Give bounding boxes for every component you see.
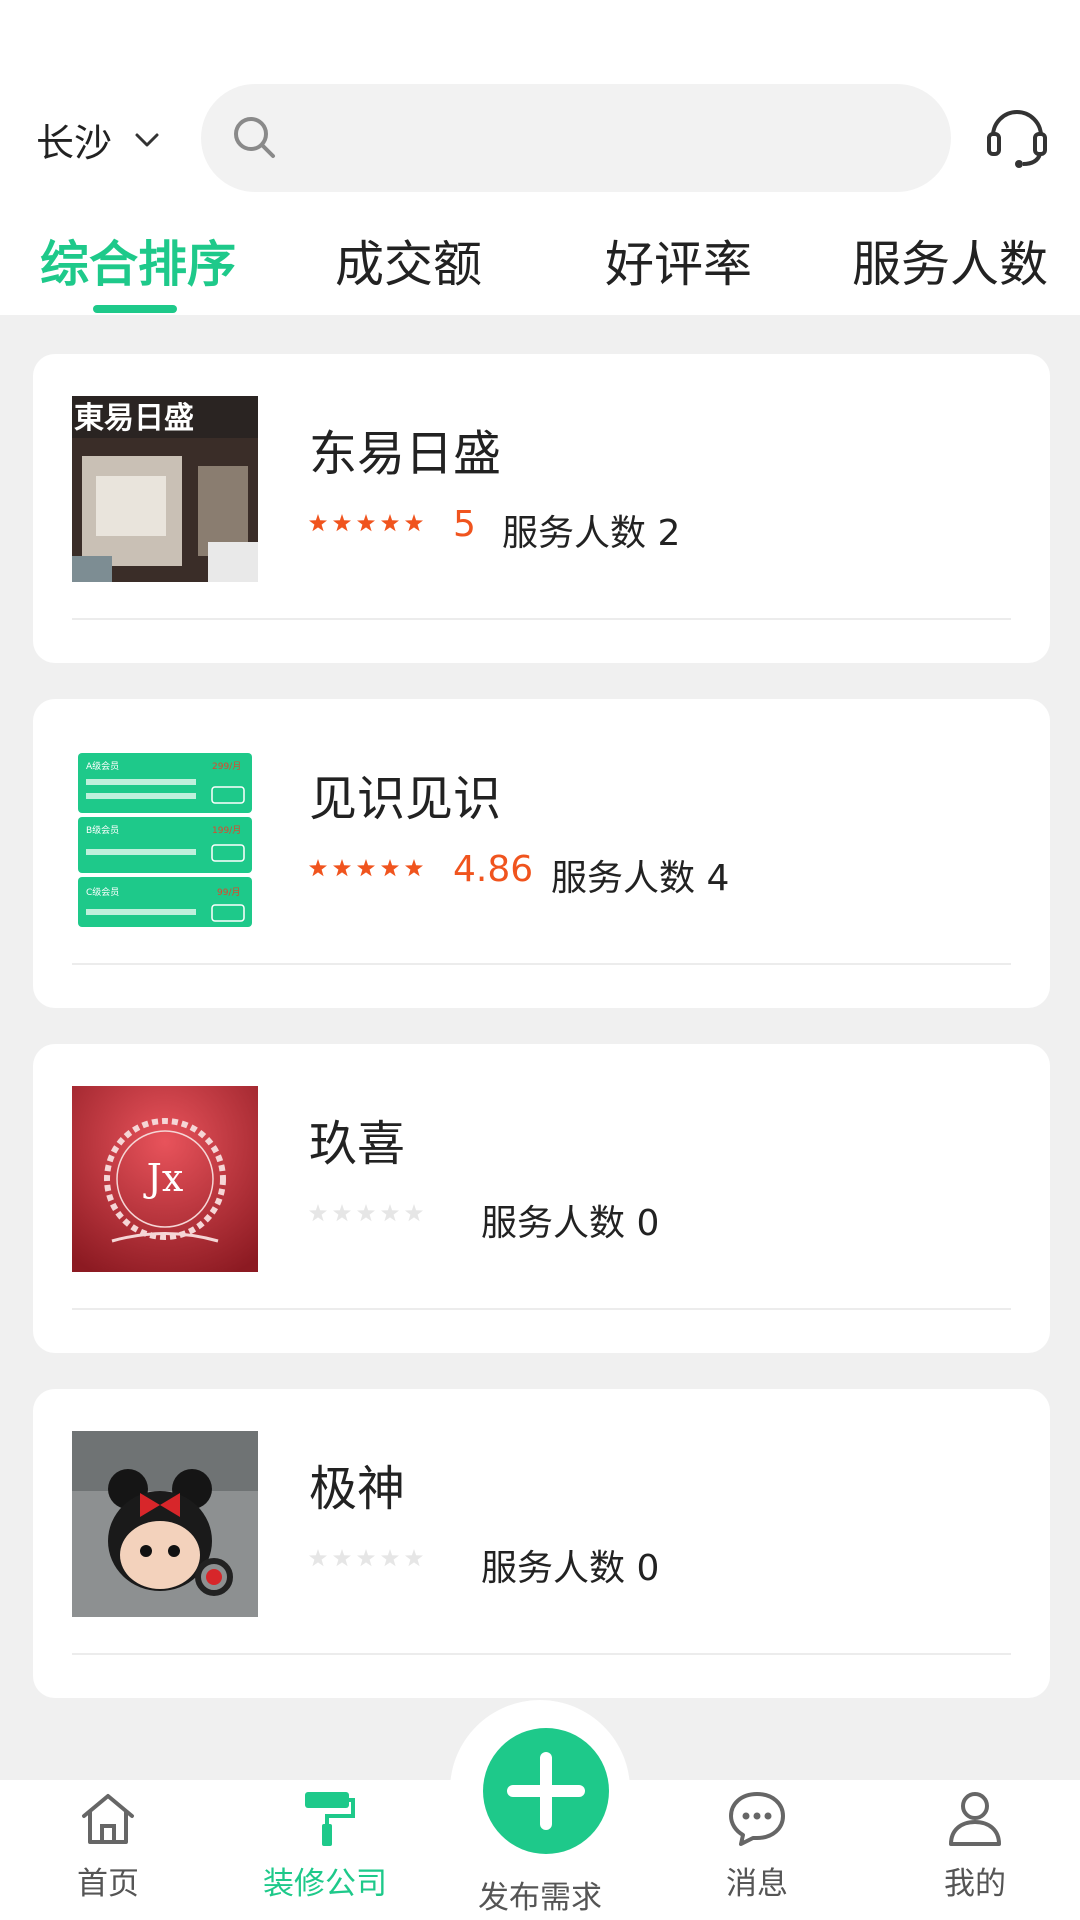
nav-decoration-company[interactable]: 装修公司 [245, 1788, 405, 1903]
star-empty-icon [357, 1204, 375, 1222]
city-label: 长沙 [36, 121, 113, 165]
served-count: 服务人数 4 [551, 858, 730, 899]
plan-name: A级会员 [86, 760, 119, 772]
star-empty-icon [357, 1549, 375, 1567]
star-empty-icon [333, 1549, 351, 1567]
minnie-case-image [72, 1431, 258, 1617]
tab-comprehensive[interactable]: 综合排序 [40, 225, 236, 296]
sort-tabs: 综合排序 成交额 好评率 服务人数 [0, 225, 1080, 315]
nav-mine[interactable]: 我的 [895, 1788, 1055, 1903]
home-icon [82, 1794, 134, 1844]
rating-stars [309, 514, 423, 532]
membership-plans-image: A级会员 299/月 B级会员 199/月 C级会员 99/月 [72, 741, 258, 927]
nav-label: 首页 [77, 1866, 139, 1902]
top-bar: 长沙 综合排序 成交额 好评率 服务人数 [0, 0, 1080, 315]
search-input[interactable] [201, 84, 951, 192]
company-list: 東易日盛 东易日盛 5 服务人数 2 A级会员 299/月 B级会员 199/月… [33, 354, 1050, 1734]
star-empty-icon [405, 1549, 423, 1567]
jx-logo-text: Jx [143, 1156, 184, 1200]
jx-logo-image: Jx [72, 1086, 258, 1272]
tab-transaction-volume[interactable]: 成交额 [335, 225, 482, 296]
page: 长沙 综合排序 成交额 好评率 服务人数 東易日盛 东易日盛 5 服务人数 2 … [0, 0, 1080, 1920]
plan-price: 299/月 [212, 761, 241, 772]
nav-home[interactable]: 首页 [28, 1788, 188, 1903]
publish-request-button[interactable] [483, 1728, 609, 1854]
divider [72, 1653, 1011, 1655]
chevron-down-icon [135, 133, 159, 146]
company-name: 见识见识 [309, 771, 502, 827]
nav-messages[interactable]: 消息 [677, 1788, 837, 1903]
company-thumbnail: A级会员 299/月 B级会员 199/月 C级会员 99/月 [72, 741, 258, 927]
headset-icon[interactable] [985, 100, 1049, 170]
star-empty-icon [309, 1549, 327, 1567]
divider [72, 963, 1011, 965]
search-icon [234, 117, 275, 158]
served-count: 服务人数 0 [481, 1203, 660, 1244]
star-filled-icon [381, 859, 399, 877]
divider [72, 618, 1011, 620]
star-filled-icon [309, 514, 327, 532]
star-filled-icon [333, 514, 351, 532]
tab-rating[interactable]: 好评率 [605, 225, 752, 296]
star-filled-icon [357, 514, 375, 532]
star-empty-icon [381, 1204, 399, 1222]
star-empty-icon [381, 1549, 399, 1567]
tab-service-count[interactable]: 服务人数 [852, 225, 1048, 296]
chat-bubble-icon [729, 1792, 785, 1846]
plan-name: B级会员 [86, 824, 119, 836]
rating-stars [309, 1549, 423, 1567]
nav-label: 消息 [726, 1866, 788, 1902]
storefront-image: 東易日盛 [72, 396, 258, 582]
active-tab-indicator [93, 305, 177, 313]
company-card[interactable]: 极神 服务人数 0 [33, 1389, 1050, 1698]
plan-name: C级会员 [86, 886, 119, 898]
company-card[interactable]: 東易日盛 东易日盛 5 服务人数 2 [33, 354, 1050, 663]
star-empty-icon [405, 1204, 423, 1222]
rating-score: 4.86 [453, 849, 534, 890]
company-name: 东易日盛 [309, 426, 502, 482]
company-thumbnail: 東易日盛 [72, 396, 258, 582]
served-count: 服务人数 2 [502, 513, 681, 554]
company-card[interactable]: A级会员 299/月 B级会员 199/月 C级会员 99/月 见识见识 4.8… [33, 699, 1050, 1008]
star-empty-icon [333, 1204, 351, 1222]
nav-label: 装修公司 [263, 1866, 387, 1902]
star-empty-icon [309, 1204, 327, 1222]
star-filled-icon [405, 859, 423, 877]
rating-score: 5 [453, 504, 476, 545]
rating-stars [309, 1204, 423, 1222]
company-thumbnail: Jx [72, 1086, 258, 1272]
company-name: 玖喜 [309, 1116, 406, 1172]
served-count: 服务人数 0 [481, 1548, 660, 1589]
plan-price: 99/月 [217, 887, 241, 898]
nav-label[interactable]: 发布需求 [460, 1872, 620, 1917]
star-filled-icon [333, 859, 351, 877]
divider [72, 1308, 1011, 1310]
company-name: 极神 [309, 1461, 406, 1517]
user-icon [949, 1792, 1001, 1846]
city-selector[interactable]: 长沙 [36, 112, 162, 167]
company-card[interactable]: Jx 玖喜 服务人数 0 [33, 1044, 1050, 1353]
star-filled-icon [405, 514, 423, 532]
star-filled-icon [357, 859, 375, 877]
rating-stars [309, 859, 423, 877]
nav-label: 我的 [944, 1866, 1006, 1902]
storefront-sign-text: 東易日盛 [74, 401, 194, 436]
star-filled-icon [309, 859, 327, 877]
star-filled-icon [381, 514, 399, 532]
company-thumbnail [72, 1431, 258, 1617]
plus-icon [507, 1752, 585, 1830]
plan-price: 199/月 [212, 825, 241, 836]
paint-roller-icon [305, 1792, 355, 1846]
